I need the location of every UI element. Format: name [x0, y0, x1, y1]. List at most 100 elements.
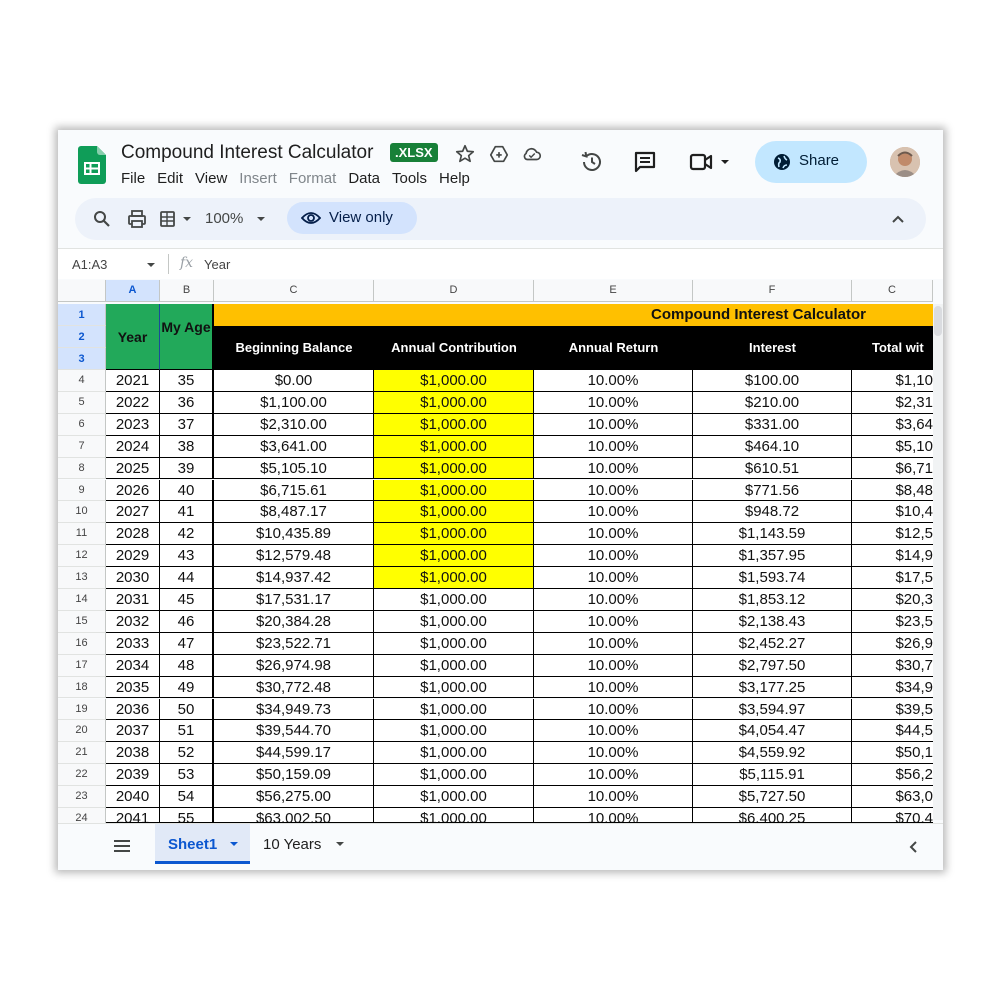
row-header[interactable]: 6: [58, 413, 106, 436]
menu-edit[interactable]: Edit: [157, 170, 183, 187]
table-cell[interactable]: $610.51: [693, 457, 852, 480]
table-cell[interactable]: 2024: [106, 435, 160, 458]
year-header-cell[interactable]: Year: [106, 304, 160, 370]
banner-cell[interactable]: Compound Interest Calculator: [214, 304, 933, 326]
table-cell[interactable]: 10.00%: [534, 610, 693, 633]
row-header[interactable]: 1: [58, 304, 106, 326]
table-cell[interactable]: $17,5: [852, 567, 933, 589]
table-cell[interactable]: $1,000.00: [374, 610, 534, 633]
table-cell[interactable]: $39,544.70: [214, 720, 374, 743]
zoom-dropdown-icon[interactable]: [256, 215, 266, 223]
table-cell[interactable]: $3,64: [852, 413, 933, 436]
table-cell[interactable]: $464.10: [693, 435, 852, 458]
all-sheets-menu-icon[interactable]: [113, 839, 131, 853]
row-header[interactable]: 12: [58, 545, 106, 568]
table-cell[interactable]: $23,5: [852, 610, 933, 633]
row-header[interactable]: 3: [58, 348, 106, 370]
table-cell[interactable]: 54: [160, 786, 214, 808]
table-cell[interactable]: $3,177.25: [693, 676, 852, 699]
table-cell[interactable]: $1,000.00: [374, 435, 534, 458]
table-cell[interactable]: $2,138.43: [693, 610, 852, 633]
table-cell[interactable]: $2,310.00: [214, 413, 374, 436]
tab-dropdown-icon[interactable]: [229, 841, 239, 848]
table-cell[interactable]: 10.00%: [534, 479, 693, 502]
table-cell[interactable]: 2031: [106, 589, 160, 611]
tab-sheet1[interactable]: Sheet1: [155, 824, 250, 864]
table-cell[interactable]: 41: [160, 501, 214, 524]
table-cell[interactable]: $100.00: [693, 370, 852, 392]
table-cell[interactable]: $10,4: [852, 501, 933, 524]
table-cell[interactable]: 10.00%: [534, 676, 693, 699]
row-header[interactable]: 14: [58, 589, 106, 611]
table-cell[interactable]: 2023: [106, 413, 160, 436]
row-header[interactable]: 19: [58, 698, 106, 721]
table-cell[interactable]: 10.00%: [534, 457, 693, 480]
table-cell[interactable]: 10.00%: [534, 370, 693, 392]
table-cell[interactable]: $39,5: [852, 698, 933, 721]
table-cell[interactable]: 10.00%: [534, 567, 693, 589]
row-header[interactable]: 11: [58, 523, 106, 546]
table-cell[interactable]: $63,0: [852, 786, 933, 808]
search-icon[interactable]: [93, 210, 111, 228]
table-cell[interactable]: 48: [160, 654, 214, 677]
column-title-cell[interactable]: Beginning Balance: [214, 326, 374, 370]
row-header[interactable]: 8: [58, 457, 106, 480]
table-cell[interactable]: 42: [160, 523, 214, 546]
table-cell[interactable]: 2030: [106, 567, 160, 589]
table-cell[interactable]: $1,000.00: [374, 698, 534, 721]
row-header[interactable]: 21: [58, 742, 106, 765]
table-cell[interactable]: $331.00: [693, 413, 852, 436]
table-cell[interactable]: 2021: [106, 370, 160, 392]
table-cell[interactable]: $8,48: [852, 479, 933, 502]
table-cell[interactable]: $771.56: [693, 479, 852, 502]
table-cell[interactable]: 2041: [106, 808, 160, 823]
age-header-cell[interactable]: My Age: [160, 304, 214, 370]
table-cell[interactable]: 2036: [106, 698, 160, 721]
table-cell[interactable]: 10.00%: [534, 501, 693, 524]
row-header[interactable]: 2: [58, 326, 106, 348]
table-cell[interactable]: $56,275.00: [214, 786, 374, 808]
table-cell[interactable]: $1,000.00: [374, 676, 534, 699]
table-cell[interactable]: 10.00%: [534, 808, 693, 823]
table-cell[interactable]: $1,000.00: [374, 391, 534, 414]
row-header[interactable]: 15: [58, 610, 106, 633]
table-cell[interactable]: 43: [160, 545, 214, 568]
table-cell[interactable]: $17,531.17: [214, 589, 374, 611]
comments-icon[interactable]: [632, 149, 658, 175]
table-cell[interactable]: $70,4: [852, 808, 933, 823]
table-cell[interactable]: $63,002.50: [214, 808, 374, 823]
table-cell[interactable]: $3,641.00: [214, 435, 374, 458]
print-icon[interactable]: [127, 209, 147, 229]
row-header[interactable]: 7: [58, 435, 106, 458]
table-cell[interactable]: 10.00%: [534, 764, 693, 787]
table-cell[interactable]: 10.00%: [534, 523, 693, 546]
table-cell[interactable]: 2026: [106, 479, 160, 502]
row-header[interactable]: 16: [58, 632, 106, 655]
table-cell[interactable]: 46: [160, 610, 214, 633]
table-cell[interactable]: 10.00%: [534, 545, 693, 568]
table-cell[interactable]: $1,000.00: [374, 720, 534, 743]
meet-icon[interactable]: [688, 149, 732, 175]
table-cell[interactable]: $20,384.28: [214, 610, 374, 633]
column-header-a[interactable]: A: [106, 280, 160, 302]
table-cell[interactable]: 10.00%: [534, 698, 693, 721]
table-cell[interactable]: $6,71: [852, 457, 933, 480]
table-cell[interactable]: $2,797.50: [693, 654, 852, 677]
table-cell[interactable]: 2028: [106, 523, 160, 546]
table-cell[interactable]: 2032: [106, 610, 160, 633]
table-cell[interactable]: 10.00%: [534, 413, 693, 436]
table-cell[interactable]: $1,143.59: [693, 523, 852, 546]
column-title-cell[interactable]: Total wit: [852, 326, 933, 370]
table-cell[interactable]: 2022: [106, 391, 160, 414]
table-cell[interactable]: 37: [160, 413, 214, 436]
table-cell[interactable]: $1,000.00: [374, 786, 534, 808]
table-cell[interactable]: $4,054.47: [693, 720, 852, 743]
column-title-cell[interactable]: Annual Return: [534, 326, 693, 370]
table-cell[interactable]: 10.00%: [534, 589, 693, 611]
tab-10-years[interactable]: 10 Years: [250, 824, 350, 864]
table-cell[interactable]: 10.00%: [534, 632, 693, 655]
table-cell[interactable]: $14,937.42: [214, 567, 374, 589]
table-cell[interactable]: $30,772.48: [214, 676, 374, 699]
table-cell[interactable]: $1,853.12: [693, 589, 852, 611]
table-cell[interactable]: $34,949.73: [214, 698, 374, 721]
